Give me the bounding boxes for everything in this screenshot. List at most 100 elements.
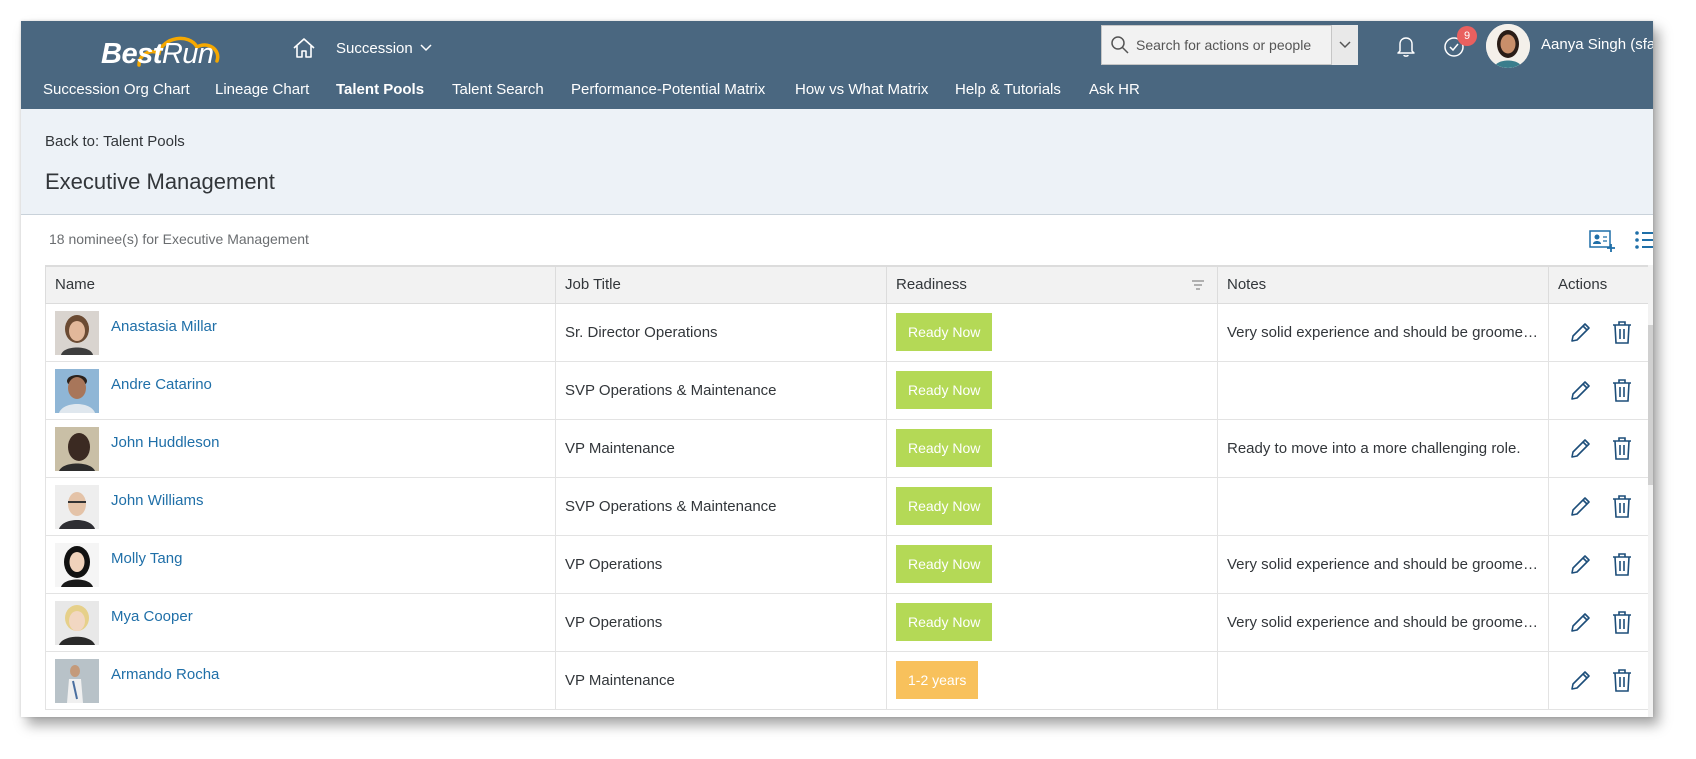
- nominee-photo: [55, 310, 99, 355]
- nominee-photo: [55, 426, 99, 471]
- user-photo: [1486, 24, 1530, 68]
- module-switcher[interactable]: Succession: [336, 35, 433, 61]
- column-header-name[interactable]: Name: [45, 265, 556, 304]
- edit-icon[interactable]: [1568, 493, 1592, 519]
- back-link[interactable]: Back to: Talent Pools: [45, 133, 185, 150]
- edit-icon[interactable]: [1568, 551, 1592, 577]
- search-input[interactable]: [1134, 29, 1333, 61]
- home-button[interactable]: [289, 33, 319, 63]
- table-row: Mya Cooper VP Operations Ready Now Very …: [45, 592, 1653, 652]
- nominee-name-link[interactable]: Anastasia Millar: [111, 318, 217, 335]
- chevron-down-icon: [420, 44, 432, 52]
- todo-count-badge: 9: [1457, 26, 1477, 46]
- nominees-table: Name Job Title Readiness Notes Actions A…: [45, 265, 1653, 710]
- nominee-name-link[interactable]: Armando Rocha: [111, 666, 219, 683]
- job-title-cell: VP Maintenance: [555, 418, 887, 478]
- list-view-button[interactable]: [1633, 227, 1653, 253]
- delete-icon[interactable]: [1610, 377, 1634, 403]
- search-box: [1101, 25, 1358, 65]
- shell-header: BestRun Succession Search for actions or…: [21, 21, 1653, 109]
- edit-icon[interactable]: [1568, 435, 1592, 461]
- job-title-cell: Sr. Director Operations: [555, 302, 887, 362]
- nav-how-vs-what-matrix[interactable]: How vs What Matrix: [795, 81, 928, 98]
- table-scrollbar[interactable]: [1648, 265, 1653, 717]
- notes-cell: Very solid experience and should be groo…: [1227, 323, 1539, 341]
- edit-icon[interactable]: [1568, 609, 1592, 635]
- edit-icon[interactable]: [1568, 377, 1592, 403]
- column-header-actions: Actions: [1548, 265, 1653, 304]
- nominee-photo: [55, 542, 99, 587]
- notes-cell: Very solid experience and should be groo…: [1227, 555, 1539, 573]
- bell-icon: [1397, 37, 1415, 57]
- nominee-name-link[interactable]: John Huddleson: [111, 434, 219, 451]
- delete-icon[interactable]: [1610, 435, 1634, 461]
- table-row: Armando Rocha VP Maintenance 1-2 years ·…: [45, 650, 1653, 710]
- delete-icon[interactable]: [1610, 551, 1634, 577]
- add-person-card-icon: [1589, 230, 1615, 252]
- nav-performance-potential-matrix[interactable]: Performance-Potential Matrix: [571, 81, 765, 98]
- delete-icon[interactable]: [1610, 667, 1634, 693]
- nav-ask-hr[interactable]: Ask HR: [1089, 81, 1140, 98]
- table-row: Anastasia Millar Sr. Director Operations…: [45, 302, 1653, 362]
- nav-help-tutorials[interactable]: Help & Tutorials: [955, 81, 1061, 98]
- nominee-photo: [55, 658, 99, 703]
- logo-text: BestRun: [101, 38, 214, 70]
- user-name[interactable]: Aanya Singh (sfadmi: [1541, 36, 1653, 53]
- job-title-cell: VP Maintenance: [555, 650, 887, 710]
- delete-icon[interactable]: [1610, 319, 1634, 345]
- nominee-name-link[interactable]: Molly Tang: [111, 550, 182, 567]
- nominee-photo: [55, 484, 99, 529]
- column-header-readiness-label: Readiness: [896, 276, 967, 294]
- readiness-badge: Ready Now: [896, 429, 993, 467]
- edit-icon[interactable]: [1568, 667, 1592, 693]
- readiness-badge: 1-2 years: [896, 661, 979, 699]
- readiness-badge: Ready Now: [896, 371, 993, 409]
- nominee-name-link[interactable]: Andre Catarino: [111, 376, 212, 393]
- readiness-badge: Ready Now: [896, 487, 993, 525]
- nav-talent-search[interactable]: Talent Search: [452, 81, 544, 98]
- bestrun-logo[interactable]: BestRun: [79, 27, 249, 75]
- nav-lineage-chart[interactable]: Lineage Chart: [215, 81, 309, 98]
- app-window: BestRun Succession Search for actions or…: [21, 21, 1653, 717]
- page-header: Back to: Talent Pools Executive Manageme…: [21, 109, 1653, 215]
- search-scope-dropdown[interactable]: [1331, 25, 1358, 65]
- table-row: Andre Catarino SVP Operations & Maintena…: [45, 360, 1653, 420]
- search-icon: [1111, 36, 1129, 54]
- nominee-count: 18 nominee(s) for Executive Management: [49, 231, 309, 247]
- table-row: John Huddleson VP Maintenance Ready Now …: [45, 418, 1653, 478]
- job-title-cell: SVP Operations & Maintenance: [555, 360, 887, 420]
- nominee-photo: [55, 600, 99, 645]
- chevron-down-icon: [1339, 41, 1351, 49]
- add-nominee-button[interactable]: [1588, 227, 1616, 253]
- scrollbar-thumb[interactable]: [1648, 325, 1653, 485]
- job-title-cell: VP Operations: [555, 534, 887, 594]
- nav-talent-pools[interactable]: Talent Pools: [336, 81, 424, 98]
- table-row: Molly Tang VP Operations Ready Now Very …: [45, 534, 1653, 594]
- notes-cell: Very solid experience and should be groo…: [1227, 613, 1539, 631]
- column-header-notes[interactable]: Notes: [1217, 265, 1549, 304]
- delete-icon[interactable]: [1610, 493, 1634, 519]
- nav-succession-org-chart[interactable]: Succession Org Chart: [43, 81, 190, 98]
- nominee-photo: [55, 368, 99, 413]
- notes-cell: Ready to move into a more challenging ro…: [1227, 439, 1521, 457]
- edit-icon[interactable]: [1568, 319, 1592, 345]
- readiness-badge: Ready Now: [896, 603, 993, 641]
- nominee-name-link[interactable]: Mya Cooper: [111, 608, 193, 625]
- page-title: Executive Management: [45, 169, 275, 194]
- delete-icon[interactable]: [1610, 609, 1634, 635]
- sub-navigation: Succession Org Chart Lineage Chart Talen…: [21, 78, 1653, 109]
- readiness-badge: Ready Now: [896, 545, 993, 583]
- filter-icon[interactable]: [1191, 279, 1205, 291]
- notifications-button[interactable]: [1393, 33, 1419, 59]
- user-avatar[interactable]: [1486, 24, 1530, 68]
- table-header-row: Name Job Title Readiness Notes Actions: [45, 265, 1653, 304]
- job-title-cell: SVP Operations & Maintenance: [555, 476, 887, 536]
- table-row: John Williams SVP Operations & Maintenan…: [45, 476, 1653, 536]
- list-icon: [1635, 231, 1653, 249]
- column-header-job-title[interactable]: Job Title: [555, 265, 887, 304]
- job-title-cell: VP Operations: [555, 592, 887, 652]
- column-header-readiness[interactable]: Readiness: [886, 265, 1218, 304]
- nominee-name-link[interactable]: John Williams: [111, 492, 204, 509]
- module-label: Succession: [336, 39, 413, 57]
- readiness-badge: Ready Now: [896, 313, 993, 351]
